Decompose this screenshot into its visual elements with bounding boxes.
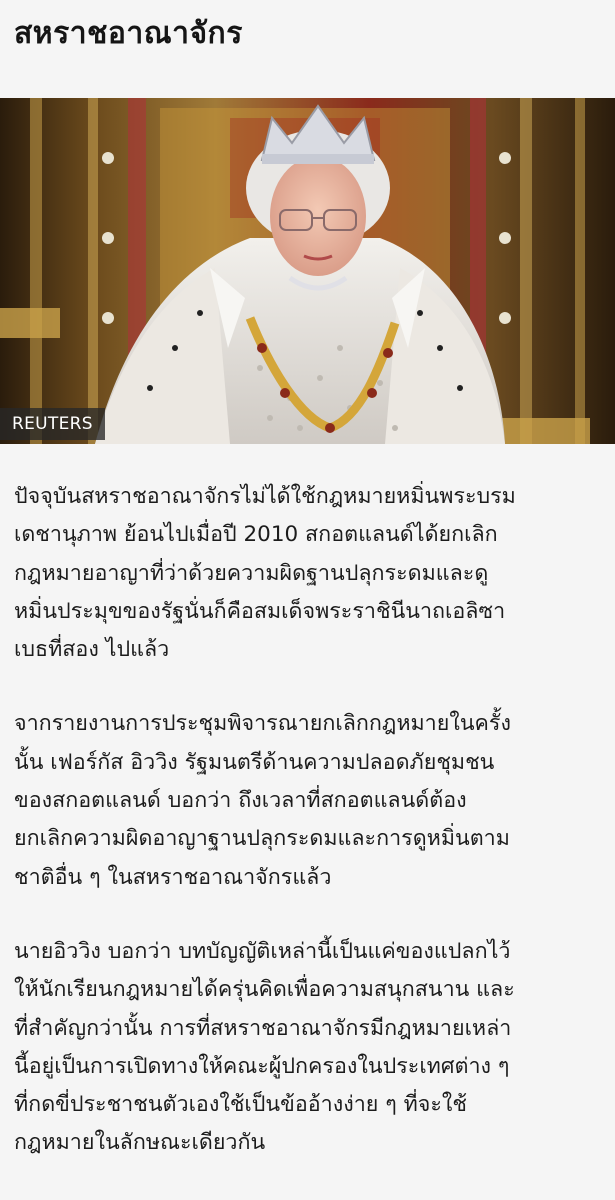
article-title: สหราชอาณาจักร	[14, 16, 243, 51]
paragraph-line: ชาติอื่น ๆ ในสหราชอาณาจักรแล้ว	[14, 864, 332, 890]
paragraph-line: กฎหมายอาญาที่ว่าด้วยความผิดฐานปลุกระดมแล…	[14, 560, 489, 586]
article-body: ปัจจุบันสหราชอาณาจักรไม่ได้ใช้กฎหมายหมิ่…	[14, 478, 614, 1199]
paragraph-line: เดชานุภาพ ย้อนไปเมื่อปี 2010 สกอตแลนด์ได…	[14, 522, 498, 548]
article-paragraph: ปัจจุบันสหราชอาณาจักรไม่ได้ใช้กฎหมายหมิ่…	[14, 478, 614, 669]
paragraph-line: นายอิววิง บอกว่า บทบัญญัติเหล่านี้เป็นแค…	[14, 938, 511, 964]
paragraph-line: ที่กดขี่ประชาชนตัวเองใช้เป็นข้ออ้างง่าย …	[14, 1092, 468, 1118]
paragraph-line: กฎหมายในลักษณะเดียวกัน	[14, 1130, 266, 1156]
paragraph-line: จากรายงานการประชุมพิจารณายกเลิกกฎหมายในค…	[14, 711, 511, 737]
paragraph-line: ของสกอตแลนด์ บอกว่า ถึงเวลาที่สกอตแลนด์ต…	[14, 788, 467, 814]
paragraph-line: นั้น เฟอร์กัส อิววิง รัฐมนตรีด้านความปลอ…	[14, 749, 495, 775]
article-paragraph: จากรายงานการประชุมพิจารณายกเลิกกฎหมายในค…	[14, 705, 614, 896]
queen-throne-photo	[0, 98, 615, 444]
paragraph-line: ยกเลิกความผิดอาญาฐานปลุกระดมและการดูหมิ่…	[14, 826, 510, 852]
paragraph-line: นี้อยู่เป็นการเปิดทางให้คณะผู้ปกครองในปร…	[14, 1053, 510, 1079]
paragraph-line: ให้นักเรียนกฎหมายได้ครุ่นคิดเพื่อความสนุ…	[14, 977, 515, 1003]
paragraph-line: เบธที่สอง ไปแล้ว	[14, 637, 170, 663]
paragraph-line: ปัจจุบันสหราชอาณาจักรไม่ได้ใช้กฎหมายหมิ่…	[14, 484, 516, 509]
article-paragraph: นายอิววิง บอกว่า บทบัญญัติเหล่านี้เป็นแค…	[14, 933, 614, 1163]
paragraph-line: ที่สำคัญกว่านั้น การที่สหราชอาณาจักรมีกฎ…	[14, 1015, 512, 1041]
image-credit: REUTERS	[0, 408, 105, 440]
article-photo: REUTERS	[0, 98, 615, 444]
paragraph-line: หมิ่นประมุขของรัฐนั่นก็คือสมเด็จพระราชิน…	[14, 598, 506, 624]
